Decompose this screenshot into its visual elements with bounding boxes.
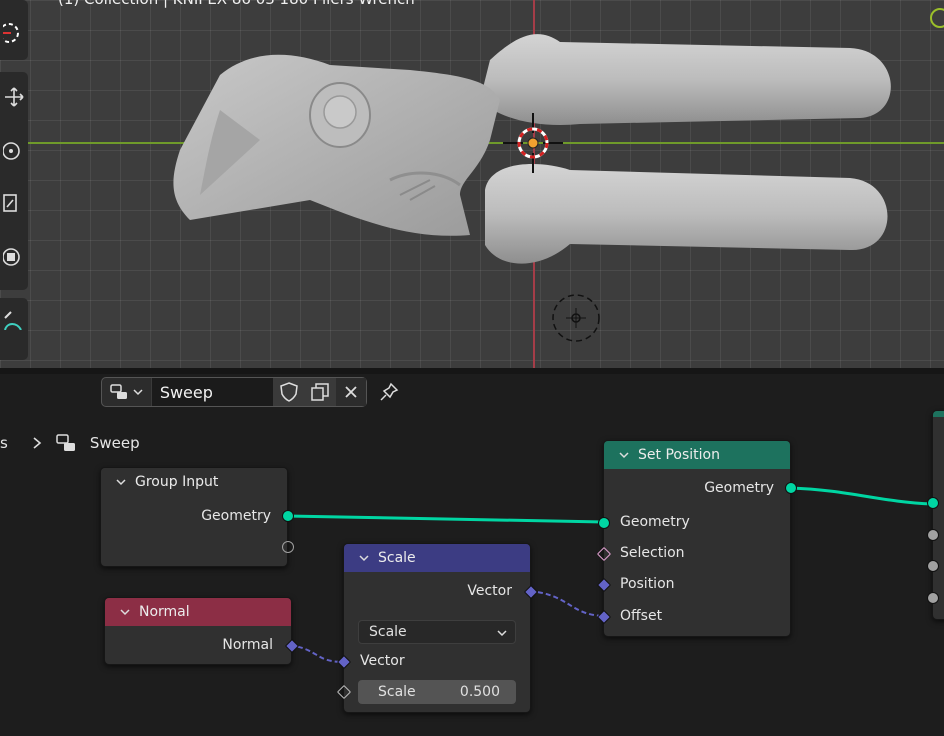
cursor-tool[interactable] xyxy=(0,14,28,52)
chevron-down-icon xyxy=(133,389,143,396)
scale-field-label: Scale xyxy=(378,684,416,700)
node-header[interactable]: Scale xyxy=(344,544,530,572)
scale-icon xyxy=(3,194,17,212)
unlink-button[interactable] xyxy=(335,378,366,406)
node-header[interactable]: Normal xyxy=(105,598,291,626)
collapse-chevron-icon[interactable] xyxy=(115,476,127,488)
transform-icon xyxy=(3,248,20,266)
node-editor-header: Sweep xyxy=(0,374,944,410)
annotate-tool[interactable] xyxy=(0,300,28,338)
pin-button[interactable] xyxy=(378,381,400,403)
rotate-icon xyxy=(3,142,20,160)
socket-vector-out[interactable] xyxy=(523,584,539,600)
input-label-vector: Vector xyxy=(360,653,405,669)
socket-scale-in[interactable] xyxy=(336,684,352,700)
input-label-geometry: Geometry xyxy=(620,514,690,530)
cursor-tool-icon xyxy=(3,23,19,43)
socket-geometry-out[interactable] xyxy=(785,482,797,494)
fake-user-button[interactable] xyxy=(273,378,305,406)
tool-group-transform xyxy=(0,72,28,290)
gizmo-toggle-icon[interactable] xyxy=(930,8,944,28)
node-title: Set Position xyxy=(638,447,720,463)
duplicate-icon xyxy=(311,383,329,401)
socket-geometry-in[interactable] xyxy=(598,517,610,529)
socket-input-3[interactable] xyxy=(927,560,939,572)
input-label-position: Position xyxy=(620,576,675,592)
collapse-chevron-icon[interactable] xyxy=(119,606,131,618)
node-header[interactable]: Group Input xyxy=(101,468,287,496)
socket-offset-in[interactable] xyxy=(596,609,612,625)
output-label-vector: Vector xyxy=(467,583,512,599)
chevron-right-icon xyxy=(33,437,42,449)
node-title: Normal xyxy=(139,604,190,620)
output-label-geometry: Geometry xyxy=(201,508,271,524)
node-group-browse-button[interactable] xyxy=(102,378,152,406)
node-offscreen-right[interactable] xyxy=(927,410,944,620)
breadcrumb-current: Sweep xyxy=(89,434,140,452)
socket-position-in[interactable] xyxy=(596,577,612,593)
socket-selection-in[interactable] xyxy=(596,546,612,562)
breadcrumb-parent[interactable]: s xyxy=(0,434,8,452)
shield-icon xyxy=(280,382,299,402)
chevron-down-icon xyxy=(497,630,507,637)
scale-value-field[interactable]: Scale 0.500 xyxy=(358,680,516,704)
3d-viewport[interactable]: (1) Collection | KNIPEX 86 03 180 Pliers… xyxy=(0,0,944,368)
close-icon xyxy=(345,386,357,398)
duplicate-button[interactable] xyxy=(304,378,336,406)
empty-object-icon[interactable] xyxy=(550,292,602,344)
socket-input-2[interactable] xyxy=(927,529,939,541)
collapse-chevron-icon[interactable] xyxy=(618,449,630,461)
viewport-object-info: (1) Collection | KNIPEX 86 03 180 Pliers… xyxy=(58,0,415,8)
breadcrumb: s Sweep xyxy=(0,434,140,452)
node-title: Scale xyxy=(378,550,416,566)
node-set-position[interactable]: Set Position Geometry Geometry Selection… xyxy=(596,440,797,637)
move-icon xyxy=(5,87,24,107)
node-title: Group Input xyxy=(135,474,219,490)
node-group-name-field[interactable]: Sweep xyxy=(151,378,274,406)
move-tool[interactable] xyxy=(0,78,28,116)
link-scale-to-offset xyxy=(529,590,605,617)
input-label-offset: Offset xyxy=(620,608,663,624)
rotate-tool[interactable] xyxy=(0,132,28,170)
socket-input-4[interactable] xyxy=(927,592,939,604)
scale-field-value: 0.500 xyxy=(459,684,500,700)
node-normal[interactable]: Normal Normal xyxy=(104,597,300,665)
link-geometry-input xyxy=(286,514,605,524)
node-vector-math-scale[interactable]: Scale Vector Scale Vector Scale 0.500 xyxy=(336,543,539,713)
node-header[interactable]: Set Position xyxy=(604,441,790,469)
socket-geometry-in[interactable] xyxy=(927,497,939,509)
socket-geometry-out[interactable] xyxy=(282,510,294,522)
output-label-geometry: Geometry xyxy=(704,480,774,496)
node-group-input[interactable]: Group Input Geometry xyxy=(100,467,294,567)
3d-cursor-icon[interactable] xyxy=(503,113,563,173)
tool-group-select xyxy=(0,0,28,60)
input-label-selection: Selection xyxy=(620,545,685,561)
node-tree-icon xyxy=(56,434,75,451)
socket-vector-in[interactable] xyxy=(336,654,352,670)
link-normal-to-scale xyxy=(289,644,345,663)
tool-group-annotate xyxy=(0,298,28,360)
annotate-icon xyxy=(4,311,22,330)
link-geometry-output xyxy=(789,486,933,506)
node-header[interactable] xyxy=(933,411,944,417)
output-label-normal: Normal xyxy=(222,637,273,653)
collapse-chevron-icon[interactable] xyxy=(358,552,370,564)
node-canvas[interactable]: s Sweep Group Input Geometry Normal Norm… xyxy=(0,410,944,736)
node-tree-icon xyxy=(110,384,127,399)
transform-tool[interactable] xyxy=(0,238,28,276)
viewport-toolbar xyxy=(0,0,30,368)
scale-tool[interactable] xyxy=(0,184,28,222)
socket-normal-out[interactable] xyxy=(284,638,300,654)
socket-empty-out[interactable] xyxy=(282,541,294,553)
pin-icon xyxy=(380,382,399,401)
node-group-selector[interactable]: Sweep xyxy=(101,377,367,407)
operation-value: Scale xyxy=(369,624,407,640)
operation-dropdown[interactable]: Scale xyxy=(358,620,516,644)
